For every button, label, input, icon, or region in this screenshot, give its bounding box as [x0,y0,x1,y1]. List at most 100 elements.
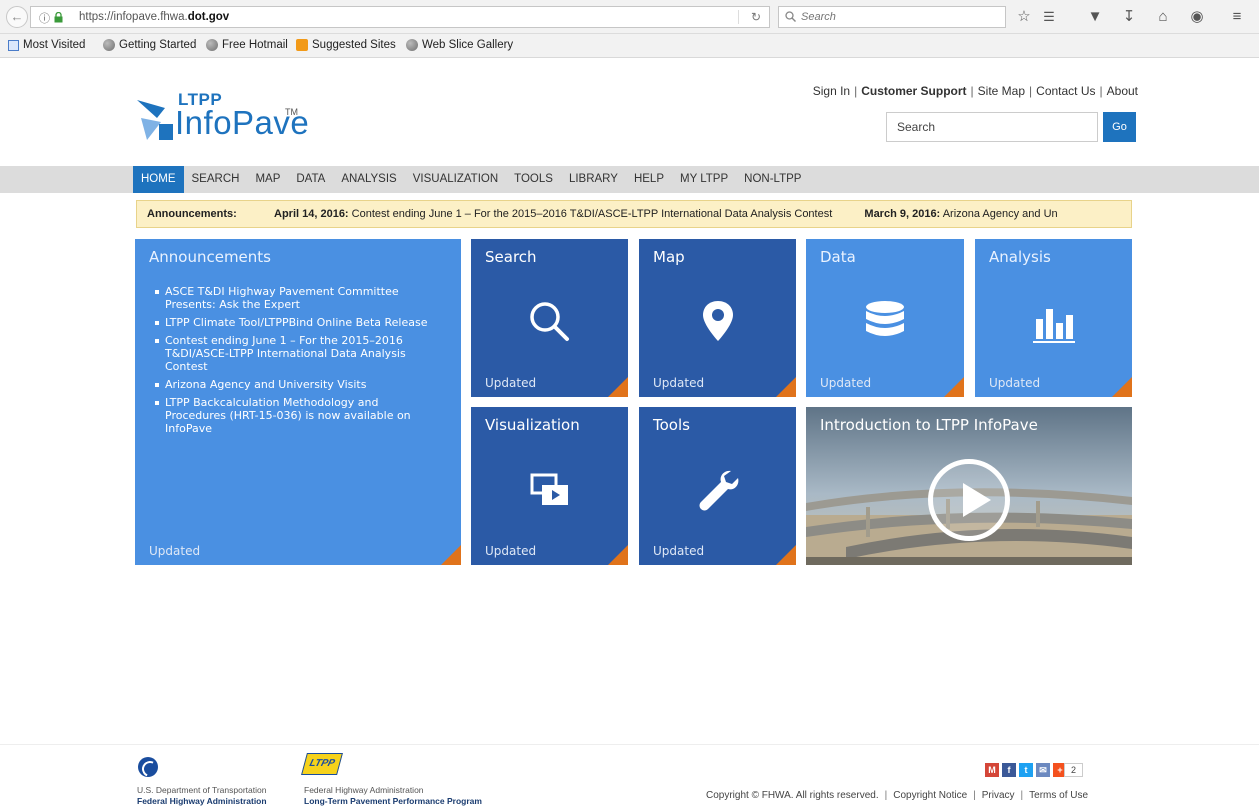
contact-us-link[interactable]: Contact Us [1036,84,1095,98]
bookmarks-bar: Most Visited Getting Started Free Hotmai… [0,34,1259,58]
usdot-logo-icon[interactable] [138,757,158,777]
ticker-link[interactable]: Contest ending June 1 – For the 2015–201… [352,208,833,220]
share-count: 2 [1064,763,1084,777]
bookmark-free-hotmail[interactable]: Free Hotmail [206,39,288,51]
video-title: Introduction to LTPP InfoPave [820,416,1038,434]
database-icon [866,301,904,336]
info-icon[interactable]: ⓘ [39,10,50,26]
sign-in-link[interactable]: Sign In [813,84,850,98]
bookmark-getting-started[interactable]: Getting Started [103,39,196,51]
gmail-icon[interactable]: M [985,763,999,777]
corner-marker [776,377,796,397]
home-icon[interactable]: ⌂ [1154,8,1172,26]
bookmark-suggested-sites[interactable]: Suggested Sites [296,39,396,51]
ticker-link[interactable]: Arizona Agency and Un [943,208,1058,220]
go-button[interactable]: Go [1103,112,1136,142]
reload-icon[interactable]: ↻ [751,10,761,24]
announcement-item[interactable]: LTPP Backcalculation Methodology and Pro… [155,396,435,435]
intro-video[interactable]: Introduction to LTPP InfoPave [806,407,1132,565]
nav-visualization[interactable]: VISUALIZATION [405,166,506,193]
corner-marker [1112,377,1132,397]
browser-search-box[interactable] [778,6,1006,28]
updated-label: Updated [485,544,537,558]
nav-map[interactable]: MAP [247,166,288,193]
nav-my-ltpp[interactable]: MY LTPP [672,166,736,193]
nav-help[interactable]: HELP [626,166,672,193]
announcement-ticker: Announcements: April 14, 2016: Contest e… [136,200,1132,228]
tile-visualization[interactable]: Visualization Updated [471,407,628,565]
tile-analysis[interactable]: Analysis Updated [975,239,1132,397]
announcement-item[interactable]: Arizona Agency and University Visits [155,378,435,391]
lock-icon [54,12,63,23]
nav-analysis[interactable]: ANALYSIS [333,166,404,193]
customer-support-link[interactable]: Customer Support [861,84,966,98]
pocket-icon[interactable]: ▼ [1086,8,1104,26]
updated-label: Updated [653,376,705,390]
copyright-notice-link[interactable]: Copyright Notice [893,790,967,801]
star-icon[interactable]: ☆ [1015,8,1033,26]
ticker-label: Announcements: [147,208,237,220]
email-icon[interactable]: ✉ [1036,763,1050,777]
tile-announcements[interactable]: Announcements ASCE T&DI Highway Pavement… [135,239,461,565]
url-bar[interactable]: ⓘ https://infopave.fhwa.dot.gov ↻ [30,6,770,28]
announcement-item[interactable]: Contest ending June 1 – For the 2015–201… [155,334,435,373]
wrench-icon [699,470,738,511]
search-icon [529,302,569,341]
menu-icon[interactable]: ≡ [1228,8,1246,26]
tile-title: Announcements [149,248,271,266]
facebook-icon[interactable]: f [1002,763,1016,777]
play-icon[interactable] [928,459,1010,541]
tile-search[interactable]: Search Updated [471,239,628,397]
site-map-link[interactable]: Site Map [978,84,1025,98]
utility-links: Sign In | Customer Support | Site Map | Contac… [812,84,1138,98]
ticker-date: March 9, 2016: [864,208,941,220]
search-icon [785,11,796,22]
terms-link[interactable]: Terms of Use [1029,790,1088,801]
nav-search[interactable]: SEARCH [184,166,248,193]
tile-tools[interactable]: Tools Updated [639,407,796,565]
tile-map[interactable]: Map Updated [639,239,796,397]
main-nav-bar: HOME SEARCH MAP DATA ANALYSIS VISUALIZAT… [0,166,1259,193]
fhwa-text: Federal Highway Administration Long-Term… [304,785,482,806]
announcement-item[interactable]: ASCE T&DI Highway Pavement Committee Pre… [155,285,435,311]
globe-icon [103,39,115,51]
tile-title: Data [820,248,856,266]
ticker-date: April 14, 2016: [274,208,349,220]
nav-library[interactable]: LIBRARY [561,166,626,193]
reading-list-icon[interactable]: ☰ [1040,8,1058,26]
updated-label: Updated [149,544,201,558]
site-search-input[interactable] [887,113,1097,141]
social-share: M f t ✉ + [985,763,1067,777]
suggested-sites-icon [296,39,308,51]
tile-data[interactable]: Data Updated [806,239,964,397]
ltpp-footer-logo[interactable]: LTPP [301,753,343,775]
globe-icon [406,39,418,51]
back-button[interactable]: ← [6,6,28,28]
tile-title: Analysis [989,248,1051,266]
bookmark-most-visited[interactable]: Most Visited [8,39,85,51]
corner-marker [608,545,628,565]
usdot-text: U.S. Department of Transportation Federa… [137,785,267,806]
tile-title: Search [485,248,537,266]
browser-toolbar: ← ⓘ https://infopave.fhwa.dot.gov ↻ ☆ ☰ … [0,0,1259,34]
bookmark-web-slice-gallery[interactable]: Web Slice Gallery [406,39,513,51]
about-link[interactable]: About [1107,84,1138,98]
copyright-bar: Copyright © FHWA. All rights reserved. | C… [706,790,1089,801]
announcement-item[interactable]: LTPP Climate Tool/LTPPBind Online Beta R… [155,316,435,329]
browser-search-input[interactable] [801,9,1001,25]
download-icon[interactable]: ↧ [1120,8,1138,26]
site-search-box[interactable] [886,112,1098,142]
updated-label: Updated [653,544,705,558]
tile-title: Map [653,248,685,266]
twitter-icon[interactable]: t [1019,763,1033,777]
privacy-link[interactable]: Privacy [982,790,1015,801]
map-pin-icon [702,301,733,341]
nav-data[interactable]: DATA [288,166,333,193]
updated-label: Updated [820,376,872,390]
nav-home[interactable]: HOME [133,166,184,193]
chat-icon[interactable]: ◉ [1188,8,1206,26]
nav-non-ltpp[interactable]: NON-LTPP [736,166,809,193]
nav-tools[interactable]: TOOLS [506,166,561,193]
corner-marker [944,377,964,397]
infopave-logo[interactable]: LTPP InfoPave TM [135,90,375,150]
